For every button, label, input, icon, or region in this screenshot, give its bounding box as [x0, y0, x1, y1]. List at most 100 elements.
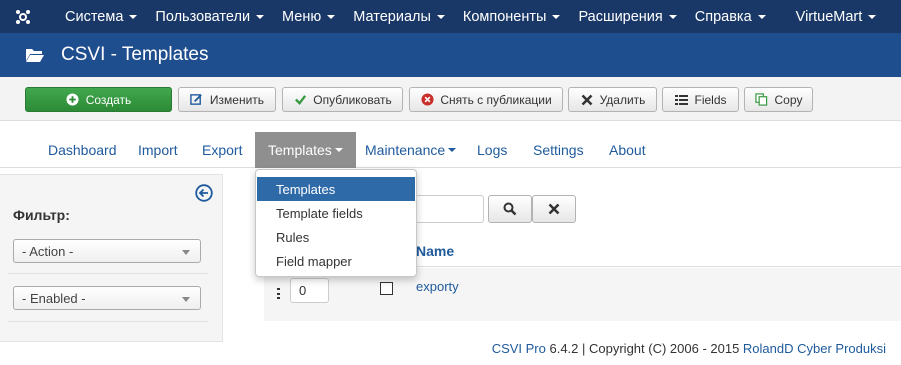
check-icon: [293, 93, 307, 107]
tab-dashboard-label: Dashboard: [48, 142, 117, 158]
copy-button[interactable]: Copy: [744, 87, 813, 112]
list-icon: [674, 93, 688, 107]
clear-search-button[interactable]: [532, 195, 576, 223]
tab-logs-label: Logs: [477, 142, 508, 158]
chevron-down-icon: [327, 14, 336, 19]
menu-menus-label: Меню: [282, 8, 322, 25]
delete-button[interactable]: Удалить: [568, 87, 657, 112]
menu-system[interactable]: Система: [46, 0, 146, 33]
admin-menu-bar: Система Пользователи Меню Материалы Комп…: [0, 0, 901, 33]
chevron-down-icon: [868, 14, 877, 19]
unpublish-button-label: Снять с публикации: [440, 92, 552, 107]
x-icon: [580, 93, 594, 107]
tab-export-label: Export: [202, 142, 243, 158]
menu-help-label: Справка: [694, 8, 752, 25]
tab-export[interactable]: Export: [202, 132, 242, 168]
tab-logs[interactable]: Logs: [477, 132, 507, 168]
tab-settings[interactable]: Settings: [533, 132, 584, 168]
chevron-down-icon: [256, 14, 265, 19]
enabled-filter-select[interactable]: - Enabled -: [13, 286, 201, 310]
menu-system-label: Система: [65, 8, 124, 25]
fields-button[interactable]: Fields: [662, 87, 739, 112]
menu-components[interactable]: Компоненты: [454, 0, 570, 33]
footer-company-link[interactable]: RolandD Cyber Produksi: [743, 341, 886, 356]
search-input[interactable]: [410, 195, 484, 223]
unpublish-button[interactable]: Снять с публикации: [409, 87, 563, 112]
toolbar: Создать Изменить Опубликовать Снять с пу…: [0, 77, 901, 121]
page-title: CSVI - Templates: [61, 44, 209, 65]
dropdown-item-label: Field mapper: [276, 253, 352, 269]
plus-circle-icon: [66, 93, 80, 107]
chevron-down-icon: [448, 148, 457, 152]
footer: CSVI Pro 6.4.2 | Copyright (C) 2006 - 20…: [492, 341, 886, 356]
menu-help[interactable]: Справка: [686, 0, 775, 33]
menu-content-label: Материалы: [353, 8, 431, 25]
delete-button-label: Удалить: [599, 92, 646, 107]
menu-extensions-label: Расширения: [578, 8, 663, 25]
chevron-down-icon: [129, 14, 138, 19]
enabled-filter-value: - Enabled -: [22, 290, 86, 306]
dropdown-item-templates[interactable]: Templates: [257, 177, 415, 201]
drag-handle-icon[interactable]: [277, 288, 281, 299]
component-submenu: Dashboard Import Export Templates Mainte…: [0, 122, 901, 168]
row-checkbox[interactable]: [380, 282, 393, 295]
tab-templates-label: Templates: [268, 142, 332, 158]
footer-product-link[interactable]: CSVI Pro: [492, 341, 546, 356]
menu-menus[interactable]: Меню: [273, 0, 344, 33]
tab-templates[interactable]: Templates: [255, 132, 356, 168]
edit-button[interactable]: Изменить: [178, 87, 276, 112]
tab-settings-label: Settings: [533, 142, 584, 158]
dropdown-item-rules[interactable]: Rules: [257, 225, 415, 249]
arrow-left-circle-icon[interactable]: [195, 184, 213, 202]
menu-content[interactable]: Материалы: [344, 0, 454, 33]
order-value: 0: [299, 283, 307, 298]
tab-maintenance-label: Maintenance: [365, 142, 446, 158]
publish-button-label: Опубликовать: [313, 92, 392, 107]
caret-down-icon: [182, 297, 190, 302]
tab-import[interactable]: Import: [138, 132, 178, 168]
tab-about-label: About: [609, 142, 646, 158]
page-header: CSVI - Templates: [0, 33, 901, 77]
tab-about[interactable]: About: [609, 132, 646, 168]
dropdown-item-field-mapper[interactable]: Field mapper: [257, 249, 415, 273]
templates-dropdown-menu: Templates Template fields Rules Field ma…: [255, 169, 417, 277]
menu-extensions[interactable]: Расширения: [569, 0, 685, 33]
tab-import-label: Import: [138, 142, 178, 158]
filter-sidebar: Фильтр: - Action - - Enabled -: [0, 174, 223, 342]
menu-components-label: Компоненты: [462, 8, 547, 25]
clear-icon: [548, 203, 560, 215]
search-icon: [503, 202, 517, 216]
filter-label: Фильтр:: [13, 207, 70, 223]
order-input[interactable]: 0: [290, 278, 329, 303]
times-circle-icon: [420, 93, 434, 107]
edit-icon: [190, 93, 204, 107]
chevron-down-icon: [552, 14, 561, 19]
chevron-down-icon: [668, 14, 677, 19]
dropdown-item-label: Templates: [276, 181, 336, 197]
column-name-header[interactable]: Name: [416, 243, 454, 259]
chevron-down-icon: [436, 14, 445, 19]
publish-button[interactable]: Опубликовать: [282, 87, 403, 112]
copy-icon: [754, 93, 768, 107]
dropdown-item-template-fields[interactable]: Template fields: [257, 201, 415, 225]
action-filter-value: - Action -: [22, 243, 74, 259]
dropdown-item-label: Rules: [276, 229, 310, 245]
copy-button-label: Copy: [774, 92, 803, 107]
joomla-logo-icon[interactable]: [0, 0, 46, 33]
template-name-link[interactable]: exporty: [416, 279, 459, 294]
search-button[interactable]: [488, 195, 532, 223]
menu-users[interactable]: Пользователи: [146, 0, 273, 33]
dropdown-item-label: Template fields: [276, 205, 363, 221]
tab-maintenance[interactable]: Maintenance: [365, 132, 457, 168]
edit-button-label: Изменить: [209, 92, 265, 107]
menu-users-label: Пользователи: [155, 8, 251, 25]
caret-down-icon: [182, 250, 190, 255]
create-button[interactable]: Создать: [25, 87, 172, 112]
footer-copyright: 6.4.2 | Copyright (C) 2006 - 2015: [545, 341, 743, 356]
action-filter-select[interactable]: - Action -: [13, 239, 201, 263]
divider: [8, 321, 208, 322]
tab-dashboard[interactable]: Dashboard: [48, 132, 117, 168]
menu-virtuemart[interactable]: VirtueMart: [787, 0, 886, 33]
chevron-down-icon: [334, 148, 343, 152]
folder-open-icon: [26, 49, 44, 62]
